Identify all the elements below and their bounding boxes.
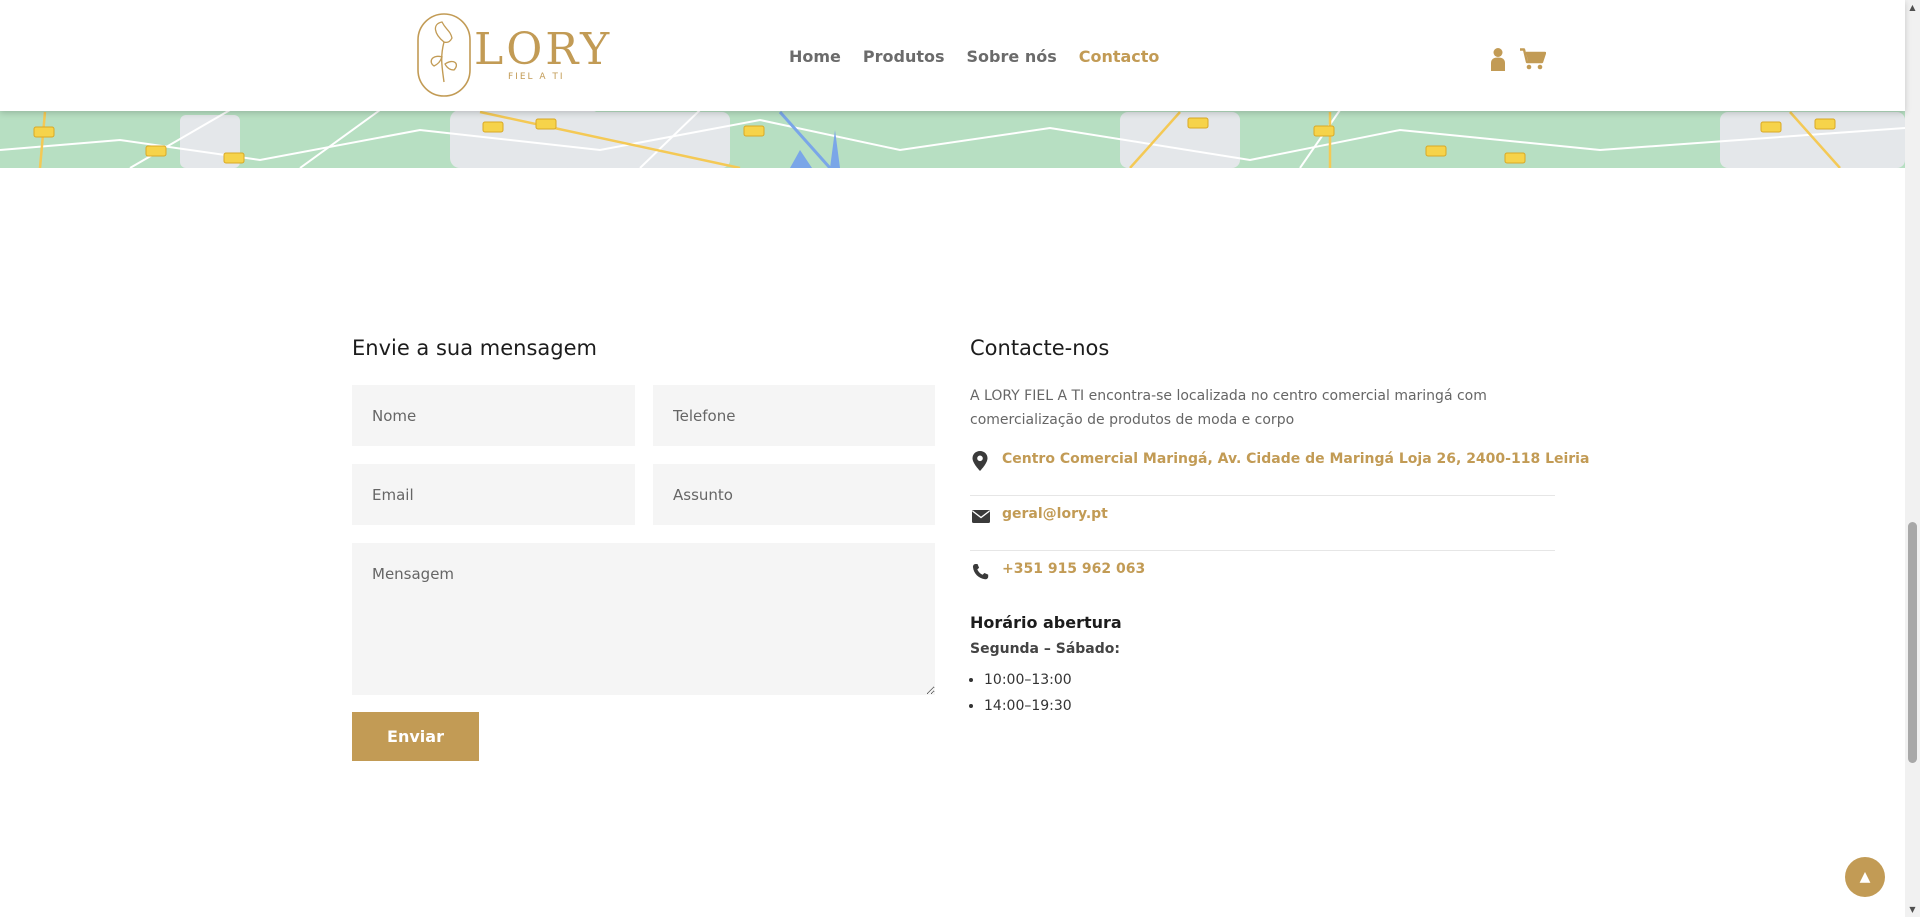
header-actions bbox=[1490, 47, 1546, 71]
scroll-down-arrow-icon[interactable]: ▼ bbox=[1908, 905, 1917, 914]
main-nav: Home Produtos Sobre nós Contacto bbox=[789, 47, 1159, 66]
logo-tagline: FIEL A TI bbox=[508, 72, 565, 82]
flower-emblem-icon bbox=[417, 13, 471, 97]
cart-icon[interactable] bbox=[1520, 48, 1546, 70]
nav-produtos[interactable]: Produtos bbox=[863, 47, 945, 66]
back-to-top-button[interactable]: ▲ bbox=[1845, 857, 1885, 897]
phone-link[interactable]: +351 915 962 063 bbox=[1002, 561, 1145, 577]
envelope-icon bbox=[972, 510, 990, 523]
scroll-up-arrow-icon[interactable]: ▲ bbox=[1908, 3, 1917, 12]
address-row: Centro Comercial Maringá, Av. Cidade de … bbox=[970, 441, 1589, 496]
hours-title: Horário abertura bbox=[970, 613, 1122, 632]
email-row: geral@lory.pt bbox=[970, 496, 1555, 551]
name-field[interactable] bbox=[352, 385, 635, 446]
email-link[interactable]: geral@lory.pt bbox=[1002, 506, 1108, 522]
hours-list: 10:00–13:00 14:00–19:30 bbox=[984, 667, 1072, 719]
map-pin-icon bbox=[972, 451, 988, 471]
form-title: Envie a sua mensagem bbox=[352, 336, 597, 360]
message-field[interactable] bbox=[352, 543, 935, 695]
address-link[interactable]: Centro Comercial Maringá, Av. Cidade de … bbox=[1002, 451, 1589, 467]
phone-field[interactable] bbox=[653, 385, 935, 446]
nav-contacto[interactable]: Contacto bbox=[1079, 47, 1160, 66]
hours-slot: 14:00–19:30 bbox=[984, 693, 1072, 719]
email-field[interactable] bbox=[352, 464, 635, 525]
subject-field[interactable] bbox=[653, 464, 935, 525]
contact-description: A LORY FIEL A TI encontra-se localizada … bbox=[970, 388, 1487, 428]
scroll-thumb[interactable] bbox=[1908, 522, 1917, 763]
lory-logo[interactable]: LORY FIEL A TI bbox=[416, 12, 609, 100]
hours-slot: 10:00–13:00 bbox=[984, 667, 1072, 693]
page-scrollbar[interactable]: ▲ ▼ bbox=[1905, 0, 1920, 917]
arrow-up-icon: ▲ bbox=[1859, 869, 1871, 885]
logo-name: LORY bbox=[474, 24, 613, 75]
user-icon[interactable] bbox=[1490, 47, 1506, 71]
send-button[interactable]: Enviar bbox=[352, 712, 479, 761]
nav-sobre-nos[interactable]: Sobre nós bbox=[967, 47, 1057, 66]
phone-icon bbox=[972, 564, 989, 580]
contact-title: Contacte-nos bbox=[970, 336, 1110, 360]
site-header: LORY FIEL A TI Home Produtos Sobre nós C… bbox=[0, 0, 1905, 111]
phone-row: +351 915 962 063 bbox=[970, 551, 1555, 606]
hours-days: Segunda – Sábado: bbox=[970, 641, 1120, 657]
nav-home[interactable]: Home bbox=[789, 47, 841, 66]
